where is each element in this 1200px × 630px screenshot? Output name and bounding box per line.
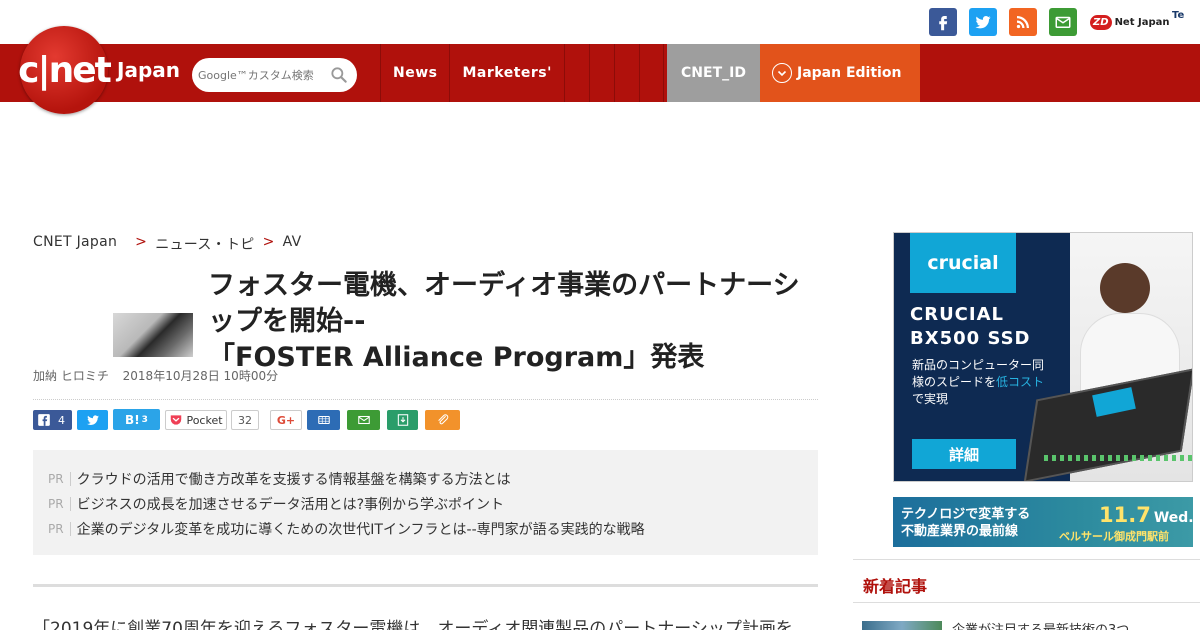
banner-day: Wed. — [1153, 510, 1193, 526]
article-title-line: フォスター電機、オーディオ事業のパートナーシップを開始-- — [208, 270, 800, 337]
nav-item-blank-3[interactable] — [613, 44, 639, 102]
banner-headline: テクノロジで変革する 不動産業界の最前線 — [901, 506, 1030, 540]
pr-tag: PR — [48, 521, 71, 536]
cnet-logo[interactable]: c|net — [18, 26, 112, 114]
breadcrumb-root[interactable]: CNET Japan — [33, 234, 117, 254]
banner-date-value: 11.7 — [1099, 503, 1151, 527]
print-button[interactable] — [307, 410, 340, 430]
nav-item-news[interactable]: News — [380, 44, 449, 102]
ad-details-button[interactable]: 詳細 — [912, 439, 1016, 469]
banner-line: テクノロジで変革する — [901, 507, 1031, 522]
email-share-button[interactable] — [347, 410, 380, 430]
event-banner-ad[interactable]: テクノロジで変革する 不動産業界の最前線 11.7 Wed. ベルサール御成門駅前 — [893, 497, 1193, 547]
search-input[interactable] — [198, 68, 326, 82]
facebook-icon — [38, 414, 50, 426]
zdnet-label: Net Japan — [1114, 16, 1170, 28]
ad-headline: CRUCIAL BX500 SSD — [910, 303, 1031, 351]
zdnet-link[interactable]: ZD Net Japan — [1090, 9, 1169, 35]
nav-item-marketers[interactable]: Marketers' — [449, 44, 563, 102]
pocket-button[interactable]: Pocket — [165, 410, 227, 430]
edition-label: Japan Edition — [797, 65, 902, 81]
nav-menu: News Marketers' — [380, 44, 664, 102]
article-title: フォスター電機、オーディオ事業のパートナーシップを開始-- 「FOSTER Al… — [208, 268, 808, 376]
save-button[interactable] — [387, 410, 418, 430]
crucial-logo: crucial — [910, 233, 1016, 293]
mail-icon[interactable] — [1049, 8, 1077, 36]
twitter-share-button[interactable] — [77, 410, 108, 430]
nav-item-blank-1[interactable] — [563, 44, 589, 102]
byline: 加納 ヒロミチ 2018年10月28日 10時00分 — [33, 367, 278, 384]
twitter-icon[interactable] — [969, 8, 997, 36]
twitter-icon — [86, 415, 99, 425]
edition-button[interactable]: Japan Edition — [760, 44, 920, 102]
paperclip-icon — [437, 414, 448, 425]
zdnet-badge: ZD — [1090, 14, 1112, 30]
search-box[interactable] — [192, 58, 357, 92]
hatena-label: B! — [125, 412, 140, 427]
pr-item[interactable]: PR 企業のデジタル変革を成功に導くための次世代ITインフラとは--専門家が語る… — [33, 516, 818, 541]
breadcrumb-sub[interactable]: AV — [283, 234, 302, 254]
sidebar-thumbnail[interactable] — [862, 621, 942, 630]
pocket-count: 32 — [231, 410, 259, 430]
mail-icon — [357, 415, 370, 425]
pr-item[interactable]: PR ビジネスの成長を加速させるデータ活用とは?事例から学ぶポイント — [33, 491, 818, 516]
pr-tag: PR — [48, 471, 71, 486]
download-icon — [397, 414, 408, 426]
article-title-line: 「FOSTER Alliance Program」発表 — [208, 342, 705, 373]
google-plus-button[interactable]: G+ — [270, 410, 302, 430]
sidebar-heading: 新着記事 — [863, 577, 928, 596]
techrepublic-link[interactable]: Te — [1172, 10, 1184, 21]
pr-item-text[interactable]: ビジネスの成長を加速させるデータ活用とは?事例から学ぶポイント — [77, 494, 504, 514]
author-name[interactable]: 加納 ヒロミチ — [33, 369, 109, 383]
hatena-count: 3 — [141, 414, 148, 425]
author-thumbnail — [113, 313, 193, 357]
breadcrumb-separator: > — [262, 234, 275, 250]
breadcrumb-category[interactable]: ニュース・トピ — [155, 234, 254, 254]
publish-date: 2018年10月28日 10時00分 — [122, 369, 279, 383]
ad-text-highlight: 低コスト — [996, 375, 1045, 389]
hatena-bookmark-button[interactable]: B! 3 — [113, 409, 160, 430]
ad-text-post: で実現 — [912, 392, 949, 406]
nav-item-blank-2[interactable] — [588, 44, 614, 102]
main-nav: Japan News Marketers' CNET_ID Japan Edit… — [0, 44, 1200, 102]
logo-text: c|net — [18, 49, 112, 91]
pr-item[interactable]: PR クラウドの活用で働き方改革を支援する情報基盤を構築する方法とは — [33, 466, 818, 491]
pr-item-text[interactable]: クラウドの活用で働き方改革を支援する情報基盤を構築する方法とは — [77, 469, 511, 489]
ad-headline-line: BX500 SSD — [910, 328, 1031, 349]
print-icon — [317, 415, 330, 425]
sidebar-item-title[interactable]: 企業が注目する最新技術の3つ — [952, 619, 1129, 630]
pr-tag: PR — [48, 496, 71, 511]
rss-icon[interactable] — [1009, 8, 1037, 36]
search-icon[interactable] — [329, 65, 349, 85]
logo-region: Japan — [117, 58, 180, 82]
facebook-share-count: 4 — [58, 413, 65, 427]
pr-box: PR クラウドの活用で働き方改革を支援する情報基盤を構築する方法とは PR ビジ… — [33, 450, 818, 555]
banner-date: 11.7 Wed. — [1099, 503, 1193, 527]
article-body: 「2019年に創業70周年を迎えるフォスター電機は、オーディオ関連製品のパートナ… — [33, 619, 793, 630]
chevron-down-icon — [772, 63, 792, 83]
ad-person-head — [1100, 263, 1150, 313]
sidebar-section-header: 新着記事 — [853, 559, 1200, 603]
facebook-share-button[interactable]: 4 — [33, 410, 72, 430]
ad-text: 新品のコンピューター同様のスピードを低コストで実現 — [912, 357, 1052, 408]
banner-venue: ベルサール御成門駅前 — [1059, 530, 1169, 543]
breadcrumb-separator: > — [135, 234, 148, 250]
pocket-icon — [171, 415, 182, 425]
facebook-icon[interactable] — [929, 8, 957, 36]
banner-line: 不動産業界の最前線 — [901, 524, 1019, 539]
clip-button[interactable] — [425, 410, 460, 430]
top-social-bar: ZD Net Japan Te — [0, 0, 1200, 44]
pr-item-text[interactable]: 企業のデジタル変革を成功に導くための次世代ITインフラとは--専門家が語る実践的… — [77, 519, 645, 539]
crucial-ad[interactable]: crucial CRUCIAL BX500 SSD 新品のコンピューター同様のス… — [893, 232, 1193, 482]
nav-item-blank-4[interactable] — [638, 44, 664, 102]
breadcrumb: CNET Japan > ニュース・トピ > AV — [33, 234, 301, 254]
divider — [33, 399, 818, 400]
ad-headline-line: CRUCIAL — [910, 304, 1004, 325]
cnet-id-button[interactable]: CNET_ID — [667, 44, 760, 102]
section-divider — [33, 584, 818, 587]
ad-decoration — [1044, 455, 1192, 461]
pocket-label: Pocket — [186, 413, 223, 427]
